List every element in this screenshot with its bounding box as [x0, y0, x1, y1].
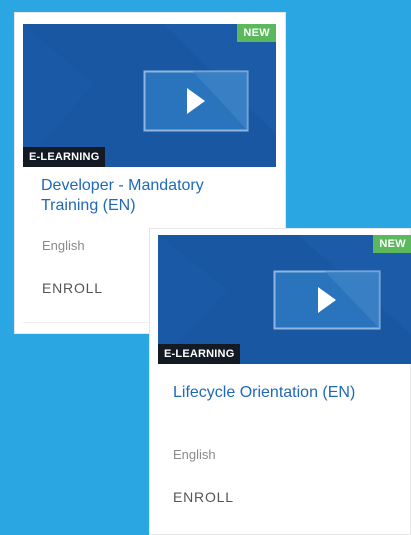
course-language: English — [42, 238, 85, 253]
course-type-badge: E-LEARNING — [158, 344, 241, 364]
course-title-link[interactable]: Lifecycle Orientation (EN) — [173, 383, 393, 403]
enroll-button[interactable]: ENROLL — [173, 489, 234, 505]
course-thumbnail[interactable]: NEW E-LEARNING — [158, 235, 411, 364]
course-title-link[interactable]: Developer - Mandatory Training (EN) — [41, 176, 261, 216]
enroll-button[interactable]: ENROLL — [42, 280, 103, 296]
course-thumbnail[interactable]: NEW E-LEARNING — [23, 24, 276, 167]
new-badge: NEW — [373, 235, 411, 253]
play-icon[interactable] — [273, 270, 381, 330]
new-badge: NEW — [237, 24, 276, 42]
course-language: English — [173, 447, 216, 462]
course-type-badge: E-LEARNING — [23, 147, 106, 167]
course-card[interactable]: NEW E-LEARNING Lifecycle Orientation (EN… — [149, 228, 411, 535]
play-icon[interactable] — [143, 70, 249, 132]
